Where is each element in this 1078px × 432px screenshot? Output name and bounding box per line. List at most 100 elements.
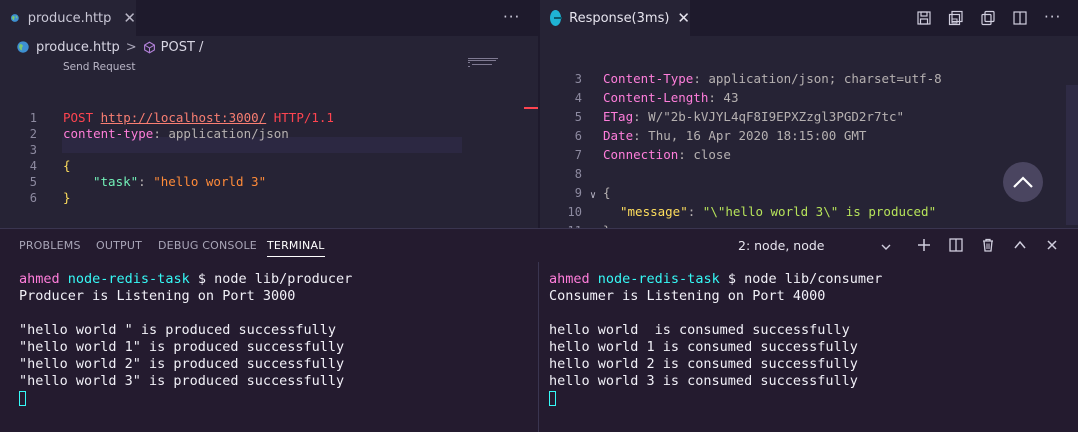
header-value: Thu, 16 Apr 2020 18:15:00 GMT: [648, 128, 867, 143]
response-line-3: Content-Type: application/json; charset=…: [603, 71, 942, 86]
line-number: 7: [574, 148, 582, 162]
header-key: Content-Type: [603, 71, 694, 86]
terminal-output-line: "hello world " is produced successfully: [19, 322, 336, 338]
save-body-icon[interactable]: [948, 10, 964, 26]
line-number: 6: [29, 191, 37, 205]
code-line-5: "task": "hello world 3": [93, 174, 267, 189]
terminal-split-divider[interactable]: [538, 262, 539, 432]
response-line-5: ETag: W/"2b-kVJYL4qF8I9EPXZzgl3PGD2r7tc": [603, 109, 905, 124]
http-method: POST: [63, 110, 94, 125]
chevron-down-icon[interactable]: [880, 241, 892, 253]
line-number: 3: [574, 72, 582, 86]
terminal-output-line: "hello world 1" is produced successfully: [19, 339, 345, 355]
close-icon[interactable]: ✕: [677, 9, 690, 27]
line-number: 10: [567, 205, 582, 219]
more-actions-icon[interactable]: ···: [503, 8, 520, 26]
response-line-7: Connection: close: [603, 147, 731, 162]
globe-icon: [17, 41, 29, 53]
tab-produce-http[interactable]: produce.http ✕: [0, 0, 136, 36]
tab-output[interactable]: OUTPUT: [96, 239, 142, 252]
line-number: 3: [29, 143, 37, 157]
maximize-panel-icon[interactable]: [1011, 236, 1029, 254]
response-line-6: Date: Thu, 16 Apr 2020 18:15:00 GMT: [603, 128, 867, 143]
http-version: HTTP/1.1: [273, 110, 334, 125]
terminal-cursor: [549, 390, 556, 406]
response-line-4: Content-Length: 43: [603, 90, 739, 105]
terminal-output-line: "hello world 2" is produced successfully: [19, 356, 345, 372]
header-value: W/"2b-kVJYL4qF8I9EPXZzgl3PGD2r7tc": [648, 109, 905, 124]
response-line-9: {: [603, 185, 611, 200]
terminal-prompt-line: ahmed node-redis-task $ node lib/consume…: [549, 271, 883, 287]
json-value: "hello world 3": [153, 174, 267, 189]
left-tabbar: produce.http ✕ ···: [0, 0, 538, 36]
send-request-codelens[interactable]: Send Request: [63, 61, 135, 73]
tab-label: Response(3ms): [569, 10, 670, 26]
chevron-down-icon[interactable]: ∨: [590, 188, 596, 204]
tab-label: produce.http: [27, 10, 112, 26]
line-number: 4: [574, 91, 582, 105]
vertical-scrollbar[interactable]: [1066, 85, 1078, 225]
header-key: ETag: [603, 109, 634, 124]
tab-problems[interactable]: PROBLEMS: [19, 239, 81, 252]
header-value: application/json; charset=utf-8: [708, 71, 942, 86]
header-key: content-type: [63, 126, 154, 141]
minimap[interactable]: [468, 58, 526, 72]
terminal-select[interactable]: 2: node, node: [738, 238, 824, 253]
response-line-10: "message": "\"hello world 3\" is produce…: [620, 204, 937, 219]
split-editor-icon[interactable]: [1012, 10, 1028, 26]
terminal-output-line: "hello world 3" is produced successfully: [19, 373, 345, 389]
split-terminal-icon[interactable]: [947, 236, 965, 254]
tab-terminal[interactable]: TERMINAL: [267, 239, 325, 257]
code-line-4: {: [63, 158, 71, 173]
line-number: 6: [574, 129, 582, 143]
terminal-output-line: hello world 1 is consumed successfully: [549, 339, 858, 355]
save-response-icon[interactable]: [916, 10, 932, 26]
terminal-right[interactable]: ahmed node-redis-task $ node lib/consume…: [549, 271, 882, 407]
right-editor-group: Response(3ms) ✕ ··· 3 4 5 6 7 8 9 10 11 …: [540, 0, 1078, 238]
terminal-output-line: Producer is Listening on Port 3000: [19, 288, 296, 304]
line-number: 8: [574, 167, 582, 181]
copy-icon[interactable]: [980, 10, 996, 26]
json-key: "message": [620, 204, 688, 219]
tab-debug-console[interactable]: DEBUG CONSOLE: [158, 239, 257, 252]
overview-ruler-mark: [524, 107, 538, 109]
terminal-output-line: hello world 3 is consumed successfully: [549, 373, 858, 389]
close-icon[interactable]: ✕: [123, 9, 136, 27]
more-actions-icon[interactable]: ···: [1044, 8, 1061, 26]
breadcrumb-file[interactable]: produce.http: [36, 40, 120, 55]
line-number: 5: [574, 110, 582, 124]
globe-icon: [10, 14, 19, 22]
code-line-2: content-type: application/json: [63, 126, 289, 141]
close-panel-icon[interactable]: [1043, 236, 1061, 254]
line-number: 5: [29, 175, 37, 189]
terminal-left[interactable]: ahmed node-redis-task $ node lib/produce…: [19, 271, 352, 407]
header-key: Connection: [603, 147, 679, 162]
add-terminal-icon[interactable]: [915, 236, 933, 254]
right-tabbar: Response(3ms) ✕ ···: [540, 0, 1078, 36]
trash-icon[interactable]: [979, 236, 997, 254]
request-url[interactable]: http://localhost:3000/: [101, 110, 267, 125]
symbol-icon: [143, 41, 155, 53]
terminal-prompt-line: ahmed node-redis-task $ node lib/produce…: [19, 271, 353, 287]
header-value: 43: [723, 90, 739, 105]
tab-response[interactable]: Response(3ms) ✕: [540, 0, 690, 36]
terminal-cursor: [19, 390, 26, 406]
breadcrumb-separator: >: [125, 39, 137, 55]
prompt-dir: node-redis-task: [67, 271, 190, 287]
line-number: 4: [29, 159, 37, 173]
header-value: close: [693, 147, 731, 162]
terminal-command: node lib/producer: [214, 271, 353, 287]
header-key: Content-Length: [603, 90, 709, 105]
chevron-up-icon: [1013, 176, 1033, 188]
scroll-to-top-button[interactable]: [1003, 162, 1043, 202]
terminal-output-line: hello world 2 is consumed successfully: [549, 356, 858, 372]
code-line-1: POST http://localhost:3000/ HTTP/1.1: [63, 110, 334, 126]
breadcrumb-symbol[interactable]: POST /: [161, 40, 204, 55]
prompt-user: ahmed: [19, 271, 60, 287]
line-number: 9: [574, 186, 582, 200]
line-number: 1: [29, 111, 37, 125]
code-line-6: }: [63, 190, 71, 205]
prompt-dir: node-redis-task: [597, 271, 720, 287]
